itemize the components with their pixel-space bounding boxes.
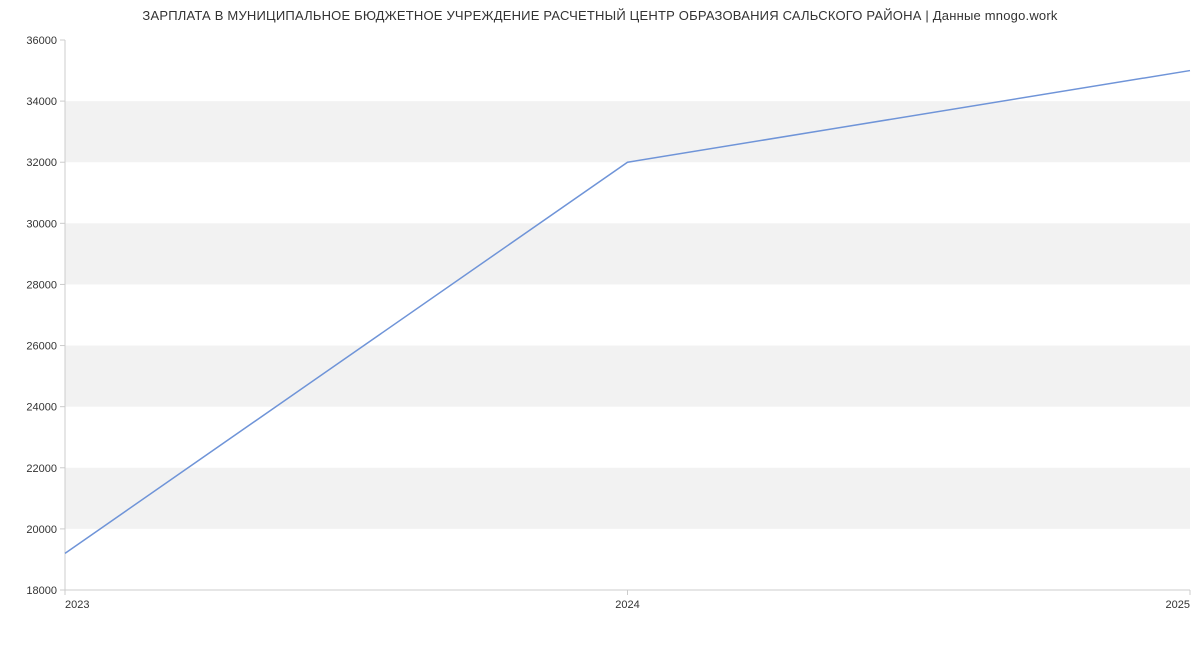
chart-svg: 18000 20000 22000 24000 26000 28000 30000 32000… (0, 0, 1200, 650)
x-tick-label: 2025 (1166, 599, 1190, 611)
y-tick-label: 22000 (26, 463, 57, 475)
y-tick-label: 30000 (26, 218, 57, 230)
y-tick-label: 32000 (26, 157, 57, 169)
chart-container: ЗАРПЛАТА В МУНИЦИПАЛЬНОЕ БЮДЖЕТНОЕ УЧРЕЖ… (0, 0, 1200, 650)
y-tick-label: 24000 (26, 402, 57, 414)
y-tick-label: 28000 (26, 279, 57, 291)
y-tick-label: 20000 (26, 524, 57, 536)
x-tick-label: 2024 (615, 599, 639, 611)
y-tick-label: 36000 (26, 35, 57, 47)
grid-band (65, 223, 1190, 284)
grid-band (65, 101, 1190, 162)
y-tick-label: 34000 (26, 96, 57, 108)
y-tick-label: 18000 (26, 585, 57, 597)
grid-band (65, 468, 1190, 529)
y-tick-label: 26000 (26, 341, 57, 353)
x-tick-label: 2023 (65, 599, 89, 611)
grid-band (65, 346, 1190, 407)
